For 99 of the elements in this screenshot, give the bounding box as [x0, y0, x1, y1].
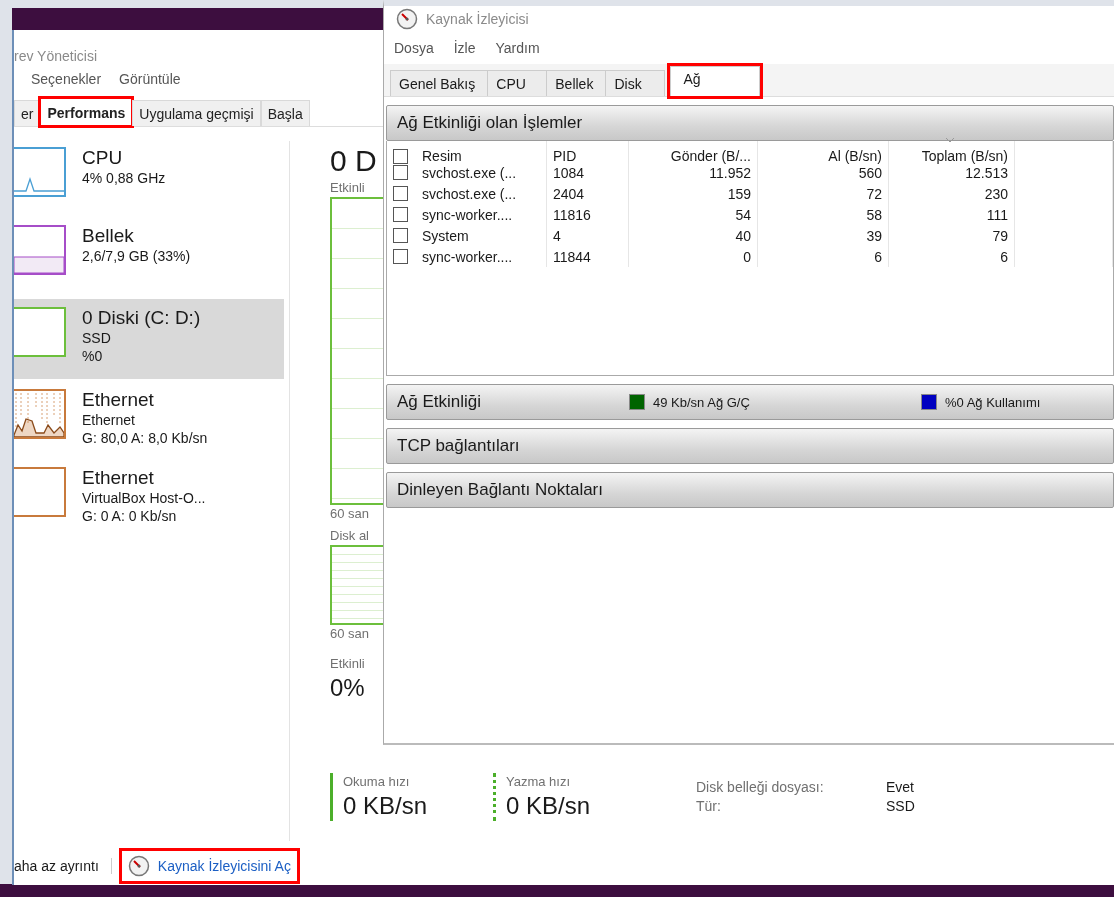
time-label: 60 san: [330, 625, 370, 643]
table-cell: 11844: [553, 248, 591, 265]
item-detail: 2,6/7,9 GB (33%): [82, 247, 191, 265]
checkbox[interactable]: [393, 165, 408, 180]
table-cell: 2404: [553, 185, 585, 202]
table-cell: 560: [858, 164, 882, 181]
table-cell: 58: [866, 206, 882, 223]
legend-label: 49 Kb/sn Ağ G/Ç: [653, 394, 750, 410]
item-title: CPU: [82, 147, 124, 169]
open-resource-monitor-link[interactable]: Kaynak İzleyicisini Aç: [119, 849, 299, 883]
table-cell: System: [422, 227, 469, 244]
table-cell: 4: [553, 227, 561, 244]
tab[interactable]: Başla: [260, 100, 310, 126]
tab[interactable]: Disk: [605, 70, 666, 96]
table-cell: svchost.exe (...: [422, 185, 517, 202]
stat-value: 0 KB/sn: [343, 791, 429, 821]
sort-caret-icon: [945, 137, 955, 143]
table-cell: 54: [735, 206, 751, 223]
checkbox[interactable]: [393, 228, 408, 243]
property-label: Tür:: [696, 798, 722, 814]
table-cell: 12.513: [965, 164, 1008, 181]
section-header[interactable]: Ağ Etkinliği olan İşlemler: [386, 105, 1114, 141]
menu-item[interactable]: Yardım: [495, 40, 540, 56]
sidebar-item[interactable]: Ethernet Ethernet G: 80,0 A: 8,0 Kb/sn: [14, 385, 284, 457]
tab[interactable]: CPU: [487, 70, 548, 96]
tab[interactable]: Ağ: [670, 66, 761, 96]
table-cell: 11.952: [709, 164, 751, 181]
window-title: Kaynak İzleyicisi: [426, 11, 529, 27]
tab[interactable]: Genel Bakış: [390, 70, 489, 96]
section-title: Ağ Etkinliği: [397, 392, 483, 412]
stat-value: 0 KB/sn: [506, 791, 592, 821]
sidebar-item[interactable]: 0 Diski (C: D:) SSD %0: [14, 299, 284, 379]
item-detail: G: 0 A: 0 Kb/sn: [82, 507, 178, 525]
column-header[interactable]: Al (B/sn): [828, 148, 882, 164]
item-title: Bellek: [82, 225, 135, 247]
stat-label: Yazma hızı: [506, 773, 572, 791]
table-cell: 159: [727, 185, 751, 202]
column-header[interactable]: Toplam (B/sn): [921, 148, 1008, 164]
item-title: Ethernet: [82, 389, 155, 411]
graph-label: Disk al: [330, 527, 369, 545]
table-cell: 40: [735, 227, 751, 244]
stat-label: Okuma hızı: [343, 773, 411, 791]
stat-value: 0%: [330, 673, 365, 703]
section-header[interactable]: Ağ Etkinliği 49 Kb/sn Ağ G/Ç %0 Ağ Kullanımı: [386, 384, 1114, 420]
less-details-link[interactable]: aha az ayrıntı: [14, 858, 99, 874]
gauge-icon: [396, 8, 418, 30]
tab[interactable]: er: [14, 100, 41, 126]
stat-label: Etkinli: [330, 655, 365, 673]
section-title: TCP bağlantıları: [397, 436, 520, 456]
time-label: 60 san: [330, 505, 370, 523]
gauge-icon: [127, 855, 150, 877]
legend-label: %0 Ağ Kullanımı: [945, 394, 1041, 410]
tab[interactable]: Performans: [40, 98, 133, 126]
panel-heading: 0 D: [330, 143, 377, 179]
table-cell: 1084: [553, 164, 585, 181]
menu-item[interactable]: Dosya: [394, 40, 434, 56]
column-header[interactable]: PID: [553, 148, 577, 164]
table-cell: 6: [874, 248, 882, 265]
item-detail: G: 80,0 A: 8,0 Kb/sn: [82, 429, 208, 447]
sidebar-item[interactable]: Bellek 2,6/7,9 GB (33%): [14, 221, 284, 293]
tab[interactable]: Bellek: [546, 70, 607, 96]
table-cell: sync-worker....: [422, 206, 513, 223]
section-header[interactable]: Dinleyen Bağlantı Noktaları: [386, 472, 1114, 508]
table-cell: 6: [1000, 248, 1008, 265]
table-cell: 111: [986, 206, 1008, 223]
section-title: Dinleyen Bağlantı Noktaları: [397, 480, 603, 500]
item-detail: SSD: [82, 329, 112, 347]
menu-item[interactable]: Görüntüle: [119, 71, 181, 87]
graph-label: Etkinli: [330, 179, 365, 197]
item-detail: Ethernet: [82, 411, 136, 429]
table-cell: 230: [984, 185, 1008, 202]
item-detail: %0: [82, 347, 104, 365]
checkbox[interactable]: [393, 207, 408, 222]
sidebar-item[interactable]: CPU 4% 0,88 GHz: [14, 143, 284, 215]
item-detail: VirtualBox Host-O...: [82, 489, 206, 507]
table-cell: sync-worker....: [422, 248, 513, 265]
checkbox[interactable]: [393, 249, 408, 264]
table-cell: svchost.exe (...: [422, 164, 517, 181]
property-value: Evet: [886, 779, 915, 795]
table-cell: 0: [743, 248, 751, 265]
property-label: Disk belleği dosyası:: [696, 779, 825, 795]
item-detail: 4% 0,88 GHz: [82, 169, 166, 187]
table-cell: 39: [866, 227, 882, 244]
table-cell: 11816: [553, 206, 591, 223]
section-header[interactable]: TCP bağlantıları: [386, 428, 1114, 464]
sidebar-item[interactable]: Ethernet VirtualBox Host-O... G: 0 A: 0 Kb/sn: [14, 463, 284, 535]
property-value: SSD: [886, 798, 915, 814]
column-header[interactable]: Resim: [422, 148, 462, 164]
column-header[interactable]: Gönder (B/...: [670, 148, 751, 164]
item-title: 0 Diski (C: D:): [82, 307, 201, 329]
item-title: Ethernet: [82, 467, 155, 489]
table-cell: 72: [866, 185, 882, 202]
table-cell: 79: [992, 227, 1008, 244]
tab[interactable]: Uygulama geçmişi: [132, 100, 261, 126]
checkbox[interactable]: [393, 148, 408, 164]
menu-item[interactable]: İzle: [453, 40, 476, 56]
checkbox[interactable]: [393, 186, 408, 201]
window-title: rev Yöneticisi: [14, 48, 97, 64]
menu-item[interactable]: Seçenekler: [31, 71, 102, 87]
